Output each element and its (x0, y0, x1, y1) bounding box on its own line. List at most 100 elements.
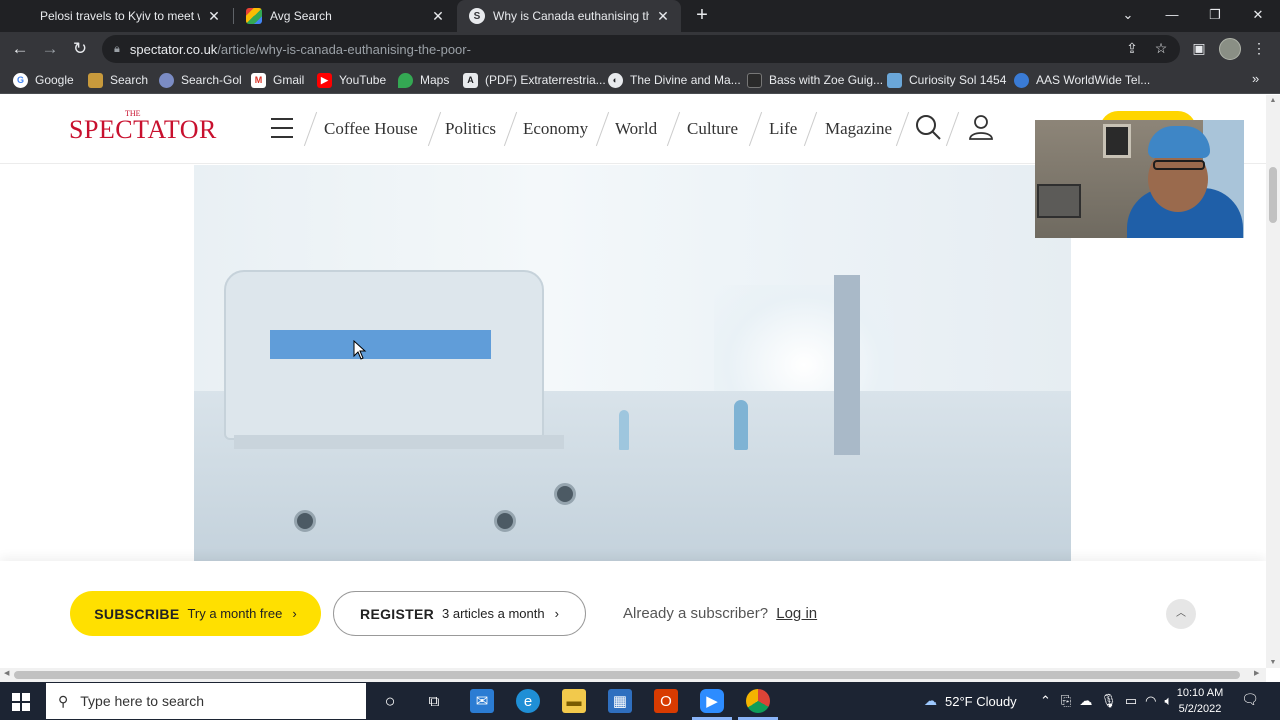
logo-text: SPECTATOR (69, 115, 217, 144)
address-bar[interactable]: 🔒︎ spectator.co.uk /article/why-is-canad… (102, 35, 1180, 63)
login-link[interactable]: Log in (776, 605, 817, 622)
bookmark-pdf[interactable]: A (PDF) Extraterrestria... (463, 71, 606, 89)
bookmark-label: Bass with Zoe Guig... (769, 73, 884, 87)
battery-icon[interactable]: ▭ (1125, 693, 1137, 709)
subscribe-sublabel: Try a month free (187, 606, 283, 621)
edge-icon[interactable]: e (516, 689, 540, 713)
bookmark-gmail[interactable]: M Gmail (251, 71, 304, 89)
show-hidden-icons-icon[interactable]: ⌃ (1040, 693, 1051, 709)
share-icon[interactable]: ⇪ (1121, 37, 1143, 59)
minimize-icon[interactable]: — (1150, 0, 1194, 32)
close-icon[interactable]: ✕ (655, 8, 671, 25)
system-tray: ⌃ ⎘ ☁ 🎙︎ ▭ ◠ 🔈︎ (1040, 682, 1172, 720)
person-glasses (1153, 160, 1205, 170)
bookmark-divine[interactable]: ◐ The Divine and Ma... (608, 71, 741, 89)
hospital-bed-base (234, 435, 564, 449)
nav-politics[interactable]: Politics (445, 119, 496, 139)
bookmark-label: AAS WorldWide Tel... (1036, 73, 1151, 87)
notifications-icon[interactable]: 🗨︎ (1240, 691, 1260, 711)
forward-icon[interactable]: → (38, 37, 62, 61)
subscribe-button[interactable]: SUBSCRIBE Try a month free › (70, 591, 321, 636)
nav-culture[interactable]: Culture (687, 119, 738, 139)
bookmark-maps[interactable]: Maps (398, 71, 449, 89)
menu-icon[interactable]: ⋮ (1248, 37, 1270, 59)
close-icon[interactable]: ✕ (206, 8, 222, 25)
tab-title: Why is Canada euthanising the p (493, 9, 649, 23)
onedrive-icon[interactable]: ☁ (1079, 693, 1092, 709)
bookmark-curiosity[interactable]: Curiosity Sol 1454 (887, 71, 1006, 89)
nav-life[interactable]: Life (769, 119, 797, 139)
site-logo[interactable]: THE SPECTATOR (69, 109, 217, 145)
sidebar-icon[interactable]: ▣ (1188, 37, 1210, 59)
tab-spectator[interactable]: S Why is Canada euthanising the p ✕ (457, 0, 681, 32)
windows-start-icon[interactable] (12, 693, 30, 711)
scroll-up-icon[interactable]: ▲ (1266, 97, 1280, 104)
scrollbar-thumb[interactable] (14, 671, 1240, 679)
new-tab-button[interactable]: + (690, 4, 714, 28)
chrome-icon[interactable] (746, 689, 770, 713)
bookmark-bass[interactable]: Bass with Zoe Guig... (747, 71, 883, 89)
tab-pelosi[interactable]: Pelosi travels to Kyiv to meet with ✕ (28, 0, 232, 32)
scroll-right-icon[interactable]: ▶ (1254, 669, 1259, 677)
webcam-overlay (1035, 120, 1244, 238)
reload-icon[interactable]: ↻ (68, 37, 92, 61)
file-explorer-icon[interactable]: ▬ (562, 689, 586, 713)
back-icon[interactable]: ← (8, 37, 32, 61)
close-icon[interactable]: ✕ (430, 8, 446, 25)
bed-wheel (554, 483, 576, 505)
windows-taskbar: ⚲ Type here to search ○ ⧉ ✉ e ▬ ▦ O ▶ ☁ … (0, 682, 1280, 720)
task-view-icon[interactable]: ⧉ (422, 689, 446, 713)
search-icon[interactable] (914, 113, 942, 141)
horizontal-scrollbar[interactable]: ◀ ▶ (0, 668, 1266, 682)
bookmark-search-gol[interactable]: Search-Gol (159, 71, 242, 89)
meet-now-icon[interactable]: ⎘ (1061, 693, 1071, 709)
bookmark-aas[interactable]: AAS WorldWide Tel... (1014, 71, 1150, 89)
register-button[interactable]: REGISTER 3 articles a month › (333, 591, 586, 636)
microphone-icon[interactable]: 🎙︎ (1100, 693, 1117, 709)
bookmark-label: The Divine and Ma... (630, 73, 741, 87)
bookmark-label: Curiosity Sol 1454 (909, 73, 1007, 87)
more-bookmarks-icon[interactable]: » (1252, 71, 1259, 86)
zoom-icon[interactable]: ▶ (700, 689, 724, 713)
vertical-scrollbar[interactable]: ▲ ▼ (1266, 95, 1280, 668)
office-icon[interactable]: O (654, 689, 678, 713)
hero-figure (619, 410, 629, 450)
wall-picture (1037, 184, 1081, 218)
tab-avg-search[interactable]: Avg Search ✕ (234, 0, 456, 32)
user-account-icon[interactable] (967, 113, 995, 141)
weather-widget[interactable]: ☁ 52°F Cloudy (924, 682, 1017, 720)
scroll-down-icon[interactable]: ▼ (1266, 659, 1280, 666)
hamburger-menu-icon[interactable] (271, 118, 293, 138)
planet-icon (1014, 72, 1029, 88)
wifi-icon[interactable]: ◠ (1145, 693, 1156, 709)
profile-avatar[interactable] (1219, 38, 1241, 60)
nav-world[interactable]: World (615, 119, 657, 139)
mail-icon[interactable]: ✉ (470, 689, 494, 713)
store-icon[interactable]: ▦ (608, 689, 632, 713)
tab-search-icon[interactable]: ⌄ (1106, 0, 1150, 32)
close-window-icon[interactable]: ✕ (1236, 0, 1280, 32)
nav-economy[interactable]: Economy (523, 119, 588, 139)
scroll-to-top-button[interactable]: ︿ (1166, 599, 1196, 629)
taskbar-search-box[interactable]: ⚲ Type here to search (46, 683, 366, 719)
nav-magazine[interactable]: Magazine (825, 119, 892, 139)
gmail-icon: M (251, 72, 266, 88)
scrollbar-thumb[interactable] (1269, 167, 1277, 223)
bookmark-google[interactable]: G Google (13, 71, 74, 89)
restore-icon[interactable]: ❐ (1193, 0, 1237, 32)
logo-the: THE (125, 109, 141, 118)
url-host: spectator.co.uk (129, 41, 218, 57)
taskbar-clock[interactable]: 10:10 AM 5/2/2022 (1170, 685, 1230, 717)
bookmark-search[interactable]: Search (88, 71, 148, 89)
cortana-icon[interactable]: ○ (378, 689, 402, 713)
star-icon[interactable]: ☆ (1150, 37, 1172, 59)
nav-divider (803, 111, 818, 147)
nav-divider (666, 111, 681, 147)
youtube-icon: ▶ (317, 72, 332, 88)
scroll-left-icon[interactable]: ◀ (4, 669, 9, 677)
bed-wheel (294, 510, 316, 532)
url-path: /article/why-is-canada-euthanising-the-p… (217, 41, 471, 57)
nav-coffee-house[interactable]: Coffee House (324, 119, 418, 139)
bookmark-youtube[interactable]: ▶ YouTube (317, 71, 386, 89)
browser-tab-bar: Pelosi travels to Kyiv to meet with ✕ Av… (0, 0, 1280, 32)
